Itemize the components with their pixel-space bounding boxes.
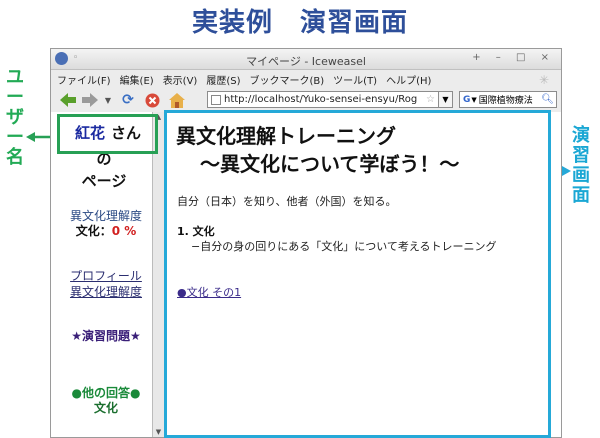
profile-link-line1[interactable]: プロフィール [56, 268, 156, 284]
exercise-link[interactable]: ★演習問題★ [56, 327, 156, 344]
magnifier-icon[interactable]: 🔍︎ [541, 94, 556, 105]
throbber-icon: ✳ [538, 73, 549, 87]
stop-icon[interactable] [143, 91, 161, 109]
menu-bar: ファイル(F) 編集(E) 表示(V) 履歴(S) ブックマーク(B) ツール(… [51, 70, 561, 88]
scroll-down-icon[interactable]: ▼ [153, 427, 164, 437]
menu-tools[interactable]: ツール(T) [333, 72, 377, 87]
exercise-area-highlight [164, 110, 551, 438]
profile-link[interactable]: プロフィール 異文化理解度 [56, 268, 156, 300]
user-name-highlight [57, 114, 158, 154]
exercise-area-label: 演習画面 [572, 125, 590, 206]
profile-link-line2[interactable]: 異文化理解度 [56, 284, 156, 300]
page-label: ページ [81, 172, 127, 190]
slide-title: 実装例 演習画面 [191, 8, 408, 38]
menu-history[interactable]: 履歴(S) [206, 72, 240, 87]
menu-help[interactable]: ヘルプ(H) [386, 72, 431, 87]
window-controls[interactable]: + – □ × [472, 52, 555, 63]
menu-view[interactable]: 表示(V) [163, 72, 198, 87]
other-answers-link[interactable]: ●他の回答● 文化 [56, 386, 156, 416]
window-titlebar: ◦ マイページ - Iceweasel + – □ × [51, 49, 561, 70]
url-bar[interactable]: http://localhost/Yuko-sensei-ensyu/Rog ☆ [207, 91, 439, 108]
menu-file[interactable]: ファイル(F) [57, 72, 111, 87]
other-answers-sub[interactable]: 文化 [56, 401, 156, 416]
home-icon[interactable] [167, 91, 187, 109]
bookmark-star-icon[interactable]: ☆ [426, 94, 438, 105]
page-favicon [211, 94, 221, 105]
search-engine-dropdown-icon[interactable]: ▼ [471, 96, 476, 104]
url-text: http://localhost/Yuko-sensei-ensyu/Rog [224, 94, 418, 105]
menu-edit[interactable]: 編集(E) [120, 72, 154, 87]
search-engine-icon[interactable]: G [463, 95, 470, 105]
search-text: 国際植物療法 [478, 96, 533, 106]
search-box[interactable]: G ▼ 国際植物療法 🔍︎ [459, 91, 557, 108]
other-answers-label[interactable]: ●他の回答● [56, 386, 156, 401]
user-name-label: ユーザー名 [6, 67, 24, 168]
reload-icon[interactable]: ⟳ [119, 91, 137, 109]
back-arrow-icon[interactable] [59, 91, 77, 109]
forward-arrow-icon[interactable] [81, 91, 99, 109]
score-prefix: 文化： [75, 224, 112, 238]
score-value: 0 % [111, 224, 137, 238]
url-dropdown-icon[interactable]: ▼ [439, 91, 453, 108]
menu-bookmarks[interactable]: ブックマーク(B) [250, 72, 325, 87]
understanding-score: 文化：0 % [56, 222, 156, 239]
history-dropdown-icon[interactable]: ▼ [103, 91, 113, 109]
